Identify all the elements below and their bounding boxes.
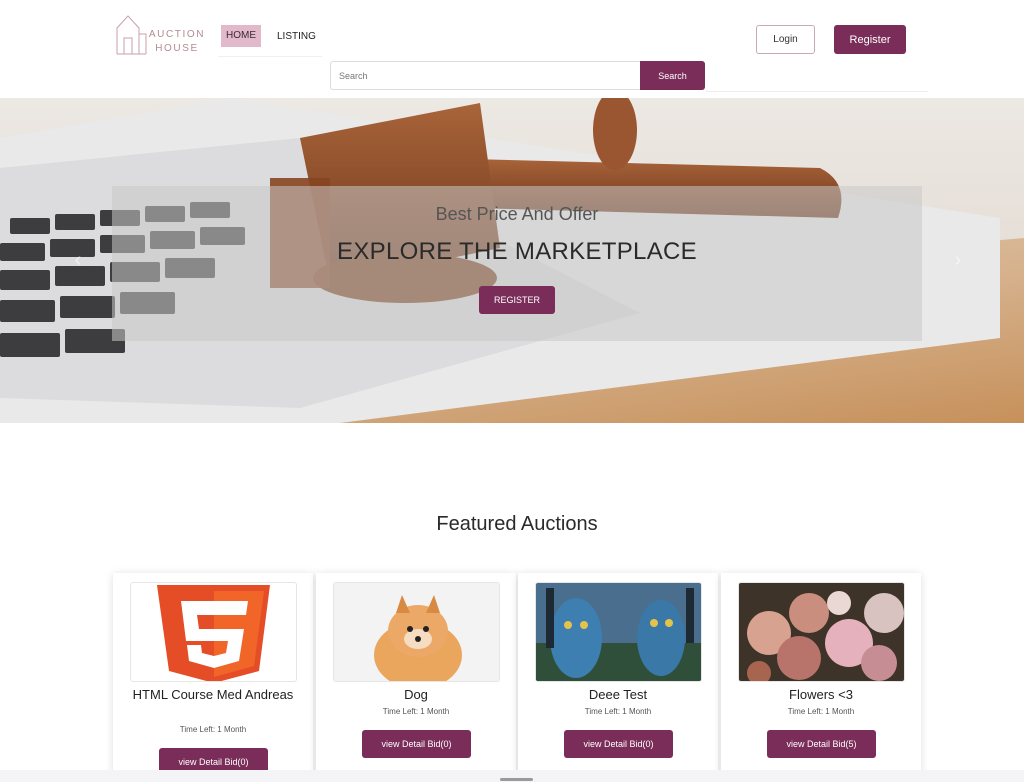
html5-logo-icon (157, 585, 270, 681)
card-time-left: Time Left: 1 Month (382, 707, 450, 716)
flowers-photo (739, 583, 904, 681)
hero-carousel: ‹ › Best Price And Offer EXPLORE THE MAR… (0, 98, 1024, 423)
header-divider (706, 91, 928, 92)
card-title: Deee Test (588, 687, 648, 702)
nav-home[interactable]: HOME (221, 25, 261, 47)
logo-line-2: HOUSE (155, 43, 199, 54)
featured-title: Featured Auctions (436, 513, 598, 535)
pomeranian-photo (334, 583, 499, 681)
avatar-movie-photo (536, 583, 701, 681)
hero-caption: Best Price And Offer EXPLORE THE MARKETP… (112, 186, 922, 341)
auction-card: HTML Course Med Andreas Time Left: 1 Mon… (113, 573, 313, 778)
register-button[interactable]: Register (834, 25, 906, 54)
hero-register-button[interactable]: REGISTER (479, 286, 555, 314)
card-title: Flowers <3 (789, 687, 853, 702)
card-time-left: Time Left: 1 Month (179, 725, 247, 734)
scroll-handle[interactable] (500, 778, 533, 781)
card-image[interactable] (130, 582, 297, 682)
card-time-left: Time Left: 1 Month (584, 707, 652, 716)
hero-subtitle: Best Price And Offer (435, 204, 599, 224)
card-title: Dog (404, 687, 428, 702)
auction-card: Flowers <3 Time Left: 1 Month view Detai… (721, 573, 921, 778)
nav-divider (218, 56, 322, 57)
card-image[interactable] (333, 582, 500, 682)
logo-line-1: AUCTION (148, 29, 206, 40)
carousel-prev-button[interactable]: ‹ (68, 248, 88, 272)
page: AUCTION HOUSE HOME LISTING Login Registe… (0, 0, 1024, 782)
hero-title: EXPLORE THE MARKETPLACE (337, 238, 697, 265)
chevron-right-icon: › (954, 249, 962, 271)
auction-card: Dog Time Left: 1 Month view Detail Bid(0… (316, 573, 516, 778)
login-button[interactable]: Login (756, 25, 815, 54)
logo-text: AUCTION HOUSE (148, 28, 206, 56)
card-image[interactable] (535, 582, 702, 682)
auction-card: Deee Test Time Left: 1 Month view Detail… (518, 573, 718, 778)
nav-listing[interactable]: LISTING (271, 25, 322, 47)
view-detail-bid-button[interactable]: view Detail Bid(5) (767, 730, 876, 758)
view-detail-bid-button[interactable]: view Detail Bid(0) (564, 730, 673, 758)
search-input[interactable] (330, 61, 641, 90)
search-button[interactable]: Search (640, 61, 705, 90)
carousel-next-button[interactable]: › (948, 248, 968, 272)
view-detail-bid-button[interactable]: view Detail Bid(0) (362, 730, 471, 758)
card-time-left: Time Left: 1 Month (787, 707, 855, 716)
chevron-left-icon: ‹ (74, 249, 82, 271)
card-title: HTML Course Med Andreas (132, 687, 294, 702)
site-logo[interactable]: AUCTION HOUSE (114, 14, 214, 58)
header: AUCTION HOUSE HOME LISTING Login Registe… (0, 0, 1024, 98)
house-logo-icon (116, 15, 147, 55)
card-image[interactable] (738, 582, 905, 682)
